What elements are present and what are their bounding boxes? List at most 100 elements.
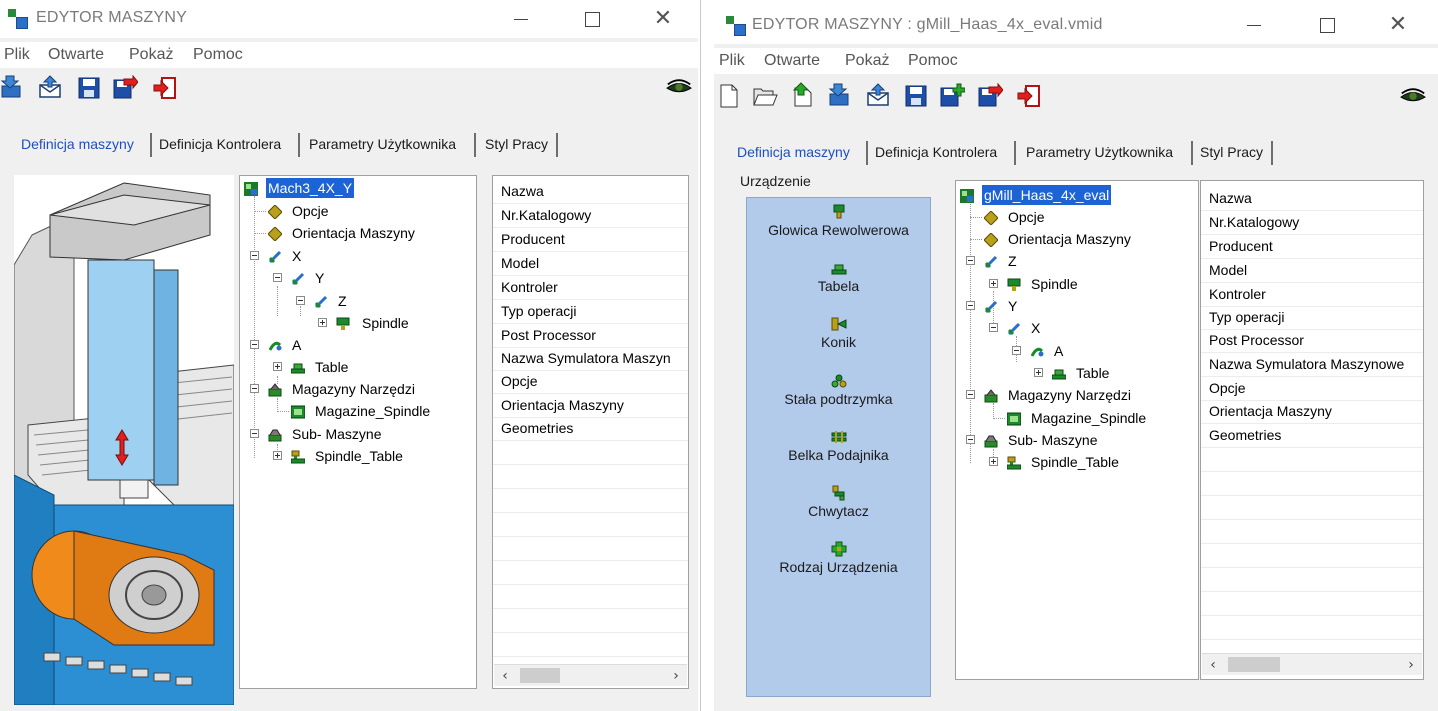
import-icon[interactable]: [0, 74, 26, 100]
property-row[interactable]: Kontroler: [493, 276, 688, 300]
menu-plik[interactable]: Plik: [4, 46, 30, 64]
collapse-toggle[interactable]: [273, 273, 282, 282]
tree-node-axis-x[interactable]: X: [250, 246, 450, 266]
property-row[interactable]: Nr.Katalogowy: [493, 204, 688, 228]
exit-icon[interactable]: [152, 75, 178, 101]
property-row[interactable]: Producent: [1201, 235, 1423, 259]
expand-toggle[interactable]: [1034, 368, 1043, 377]
maximize-button[interactable]: [569, 4, 615, 34]
collapse-toggle[interactable]: [250, 340, 259, 349]
property-row[interactable]: Opcje: [493, 370, 688, 394]
export-icon[interactable]: [37, 74, 63, 100]
save-icon[interactable]: [76, 75, 102, 101]
tree-node-axis-y[interactable]: Y: [966, 296, 1166, 316]
property-row[interactable]: Post Processor: [493, 324, 688, 348]
expand-toggle[interactable]: [318, 318, 327, 327]
device-feeder-bar[interactable]: Belka Podajnika: [747, 429, 930, 463]
tree-node-axis-y[interactable]: Y: [273, 268, 473, 288]
save-icon[interactable]: [903, 83, 929, 109]
menu-pokaz[interactable]: Pokaż: [129, 46, 173, 64]
device-gripper[interactable]: Chwytacz: [747, 485, 930, 519]
tree-node-sub-machines[interactable]: Sub- Maszyne: [966, 430, 1186, 450]
device-table[interactable]: Tabela: [747, 260, 930, 294]
tree-node-orientation[interactable]: Orientacja Maszyny: [970, 229, 1190, 249]
property-row[interactable]: Kontroler: [1201, 283, 1423, 307]
tree-node-tool-magazines[interactable]: Magazyny Narzędzi: [966, 385, 1186, 405]
tree-node-axis-x[interactable]: X: [989, 318, 1169, 338]
tree-node-magazine-spindle[interactable]: Magazine_Spindle: [277, 401, 476, 421]
scroll-left-icon[interactable]: ‹: [1204, 654, 1222, 676]
scroll-right-icon[interactable]: ›: [1402, 654, 1420, 676]
tree-node-axis-z[interactable]: Z: [966, 251, 1166, 271]
property-row[interactable]: Nazwa Symulatora Maszynowe: [1201, 353, 1423, 377]
eye-icon[interactable]: [1400, 85, 1428, 111]
device-turret[interactable]: Glowica Rewolwerowa: [747, 204, 930, 238]
tab-machine-definition[interactable]: Definicja maszyny: [732, 141, 868, 165]
menu-pokaz[interactable]: Pokaż: [845, 52, 889, 70]
expand-toggle[interactable]: [273, 451, 282, 460]
collapse-toggle[interactable]: [250, 384, 259, 393]
tree-node-spindle-table[interactable]: Spindle_Table: [989, 452, 1189, 472]
tab-machine-definition[interactable]: Definicja maszyny: [16, 133, 152, 157]
property-row[interactable]: Orientacja Maszyny: [1201, 400, 1423, 424]
scroll-right-icon[interactable]: ›: [667, 665, 685, 687]
property-row[interactable]: Model: [1201, 259, 1423, 283]
collapse-toggle[interactable]: [966, 301, 975, 310]
scroll-left-icon[interactable]: ‹: [496, 665, 514, 687]
tree-node-spindle[interactable]: Spindle: [318, 313, 468, 333]
menu-pomoc[interactable]: Pomoc: [193, 46, 243, 64]
tree-node-table[interactable]: Table: [1034, 363, 1184, 383]
close-button[interactable]: ✕: [640, 4, 686, 34]
tab-user-parameters[interactable]: Parametry Użytkownika: [1021, 141, 1193, 165]
horizontal-scrollbar[interactable]: ‹ ›: [1202, 653, 1422, 675]
property-row[interactable]: Typ operacji: [1201, 306, 1423, 330]
scroll-thumb[interactable]: [520, 668, 560, 683]
tab-controller-definition[interactable]: Definicja Kontrolera: [154, 133, 300, 157]
collapse-toggle[interactable]: [1012, 346, 1021, 355]
open-icon[interactable]: [752, 83, 778, 109]
tree-node-table[interactable]: Table: [273, 357, 453, 377]
collapse-toggle[interactable]: [966, 435, 975, 444]
tree-node-options[interactable]: Opcje: [254, 201, 454, 221]
import-green-icon[interactable]: [790, 82, 816, 108]
property-row[interactable]: Nazwa: [1201, 187, 1423, 211]
property-row[interactable]: Orientacja Maszyny: [493, 394, 688, 418]
property-row[interactable]: Producent: [493, 228, 688, 252]
minimize-button[interactable]: [1231, 10, 1277, 40]
menu-otwarte[interactable]: Otwarte: [764, 52, 820, 70]
property-row[interactable]: Post Processor: [1201, 329, 1423, 353]
tree-node-axis-z[interactable]: Z: [296, 291, 456, 311]
import-icon[interactable]: [828, 82, 854, 108]
minimize-button[interactable]: [498, 4, 544, 34]
tree-node-magazine-spindle[interactable]: Magazine_Spindle: [993, 408, 1193, 428]
collapse-toggle[interactable]: [966, 390, 975, 399]
scroll-thumb[interactable]: [1228, 657, 1280, 672]
collapse-toggle[interactable]: [989, 323, 998, 332]
tree-node-options[interactable]: Opcje: [970, 207, 1170, 227]
property-row[interactable]: Model: [493, 252, 688, 276]
collapse-toggle[interactable]: [966, 256, 975, 265]
save-add-icon[interactable]: [939, 83, 965, 109]
tree-node-sub-machines[interactable]: Sub- Maszyne: [250, 424, 470, 444]
property-row[interactable]: Geometries: [1201, 424, 1423, 448]
tree-node-root[interactable]: gMill_Haas_4x_eval: [960, 185, 1190, 205]
property-row[interactable]: Geometries: [493, 417, 688, 441]
menu-otwarte[interactable]: Otwarte: [48, 46, 104, 64]
tree-node-spindle[interactable]: Spindle: [989, 274, 1169, 294]
property-row[interactable]: Typ operacji: [493, 300, 688, 324]
property-row[interactable]: Opcje: [1201, 377, 1423, 401]
property-row[interactable]: Nr.Katalogowy: [1201, 211, 1423, 235]
tab-controller-definition[interactable]: Definicja Kontrolera: [870, 141, 1016, 165]
tree-node-root[interactable]: Mach3_4X_Y: [244, 178, 464, 198]
collapse-toggle[interactable]: [250, 251, 259, 260]
eye-icon[interactable]: [666, 76, 694, 102]
collapse-toggle[interactable]: [296, 296, 305, 305]
tree-node-axis-a[interactable]: A: [250, 335, 450, 355]
tab-work-style[interactable]: Styl Pracy: [480, 133, 558, 157]
property-row[interactable]: Nazwa: [493, 180, 688, 204]
tab-user-parameters[interactable]: Parametry Użytkownika: [304, 133, 476, 157]
tab-work-style[interactable]: Styl Pracy: [1195, 141, 1273, 165]
maximize-button[interactable]: [1304, 10, 1350, 40]
exit-icon[interactable]: [1016, 83, 1042, 109]
export-icon[interactable]: [865, 82, 891, 108]
